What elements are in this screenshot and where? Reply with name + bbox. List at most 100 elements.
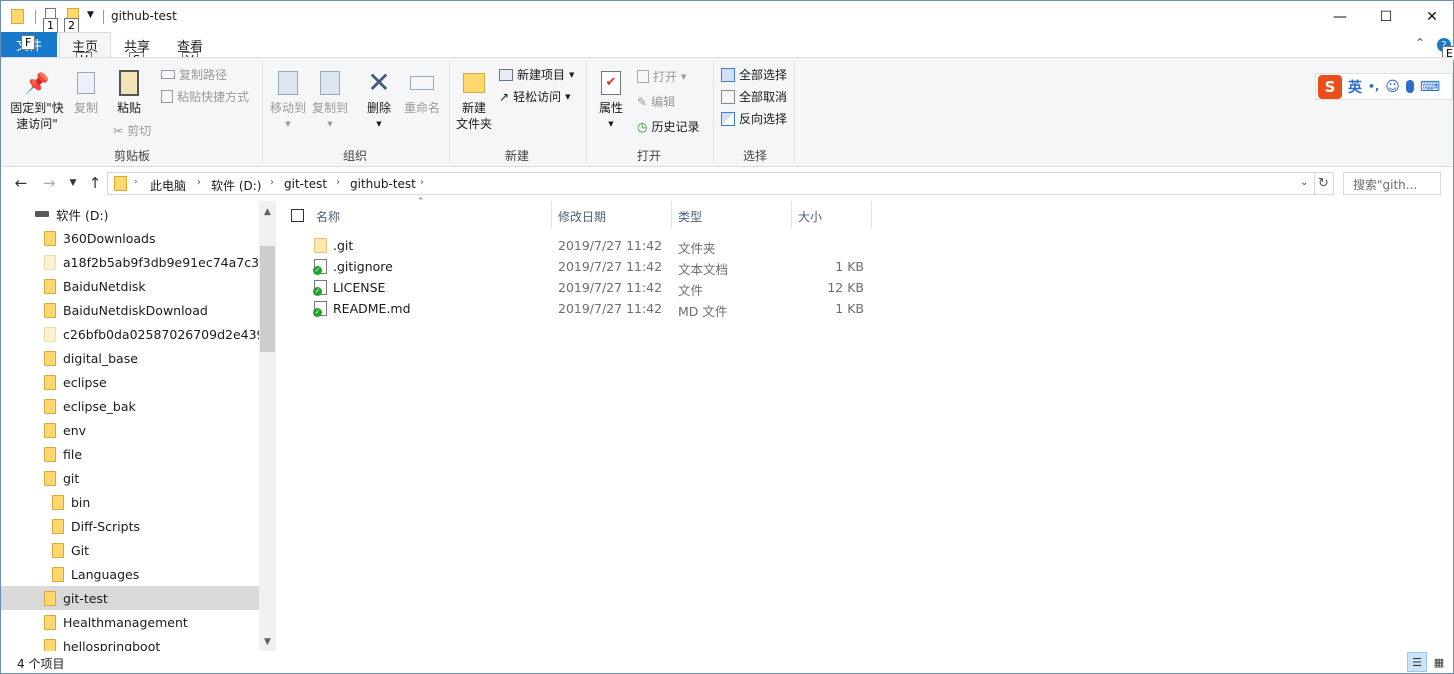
history-button[interactable]: ◷ 历史记录 xyxy=(637,118,700,135)
breadcrumb-drive[interactable]: 软件 (D:) xyxy=(211,177,261,194)
open-label: 打开 xyxy=(653,70,678,84)
file-size: 1 KB xyxy=(835,259,864,274)
pin-quick-access-button[interactable]: 📌 固定到"快速访问" xyxy=(5,66,69,132)
scroll-up-arrow-icon[interactable]: ▲ xyxy=(259,203,276,220)
copy-to-button[interactable]: 复制到 ▼ xyxy=(309,66,351,132)
divider[interactable] xyxy=(551,201,552,229)
chevron-right-icon[interactable]: › xyxy=(134,177,138,187)
column-header-name[interactable]: 名称 xyxy=(316,208,340,225)
new-folder-big-icon xyxy=(453,66,495,100)
select-all-button[interactable]: 全部选择 xyxy=(721,66,787,83)
tree-item-digital-base[interactable]: digital_base xyxy=(1,346,259,370)
ime-punctuation-toggle[interactable]: •, xyxy=(1368,80,1379,93)
chevron-down-icon: ▼ xyxy=(569,70,575,79)
invert-selection-icon xyxy=(721,111,735,126)
quick-access-dropdown-icon[interactable]: ▼ xyxy=(87,10,94,20)
ime-language-toggle[interactable]: 英 xyxy=(1348,77,1362,97)
tree-item-a18f2b[interactable]: a18f2b5ab9f3db9e91ec74a7c35eb xyxy=(1,250,259,274)
chevron-right-icon[interactable]: › xyxy=(420,177,424,188)
text-document-icon: ✓ xyxy=(313,259,327,275)
tree-item-file[interactable]: file xyxy=(1,442,259,466)
invert-selection-button[interactable]: 反向选择 xyxy=(721,110,787,127)
chevron-right-icon[interactable]: › xyxy=(197,177,201,188)
file-row[interactable]: .git 2019/7/27 11:42 文件夹 xyxy=(307,235,872,256)
breadcrumb-github-test[interactable]: github-test xyxy=(350,177,416,191)
scroll-down-arrow-icon[interactable]: ▼ xyxy=(259,633,276,650)
large-icons-view-button[interactable]: ▦ xyxy=(1429,652,1449,672)
divider[interactable] xyxy=(671,201,672,229)
details-view-button[interactable]: ☰ xyxy=(1407,652,1427,672)
easy-access-button[interactable]: ↗ 轻松访问 ▼ xyxy=(499,88,570,105)
collapse-ribbon-button[interactable]: ⌃ xyxy=(1415,36,1425,50)
select-all-checkbox[interactable] xyxy=(291,209,304,222)
tree-item-eclipse-bak[interactable]: eclipse_bak xyxy=(1,394,259,418)
search-input[interactable]: 搜索"gith... xyxy=(1343,172,1441,195)
close-button[interactable]: ✕ xyxy=(1409,1,1454,32)
navigation-bar: ← → ▼ ↑ › 此电脑 › 软件 (D:) › git-test › git… xyxy=(1,168,1453,200)
keyboard-icon[interactable]: ⌨ xyxy=(1420,79,1440,95)
tree-item-label: git xyxy=(63,470,80,486)
address-bar[interactable]: › 此电脑 › 软件 (D:) › git-test › github-test… xyxy=(107,172,1315,195)
paste-button[interactable]: 粘贴 xyxy=(109,66,149,116)
microphone-icon[interactable] xyxy=(1405,80,1414,93)
emoji-icon[interactable]: ☺ xyxy=(1385,79,1400,95)
paste-shortcut-button[interactable]: 粘贴快捷方式 xyxy=(161,88,249,105)
copy-to-label: 复制到 xyxy=(311,101,348,115)
tree-item-c26bfb[interactable]: c26bfb0da02587026709d2e439ae xyxy=(1,322,259,346)
tree-item-diff-scripts[interactable]: Diff-Scripts xyxy=(1,514,259,538)
recent-locations-chevron-icon[interactable]: ▼ xyxy=(63,178,83,188)
tree-item-bin[interactable]: bin xyxy=(1,490,259,514)
file-name: README.md xyxy=(333,301,411,316)
delete-button[interactable]: ✕ 删除 ▼ xyxy=(359,66,399,132)
back-arrow-icon[interactable]: ← xyxy=(11,174,31,192)
column-header-type[interactable]: 类型 xyxy=(678,208,702,225)
tree-item-git[interactable]: git xyxy=(1,466,259,490)
move-to-button[interactable]: 移动到 ▼ xyxy=(267,66,309,132)
column-header-date[interactable]: 修改日期 xyxy=(558,208,606,225)
new-item-button[interactable]: 新建项目 ▼ xyxy=(499,66,574,83)
copy-path-button[interactable]: 复制路径 xyxy=(161,66,227,83)
copy-button[interactable]: 复制 xyxy=(69,66,103,116)
open-button[interactable]: 打开 ▼ xyxy=(637,68,686,85)
search-placeholder: 搜索"gith... xyxy=(1353,178,1418,192)
tree-item-hellospringboot[interactable]: hellospringboot xyxy=(1,634,259,651)
tree-item-360downloads[interactable]: 360Downloads xyxy=(1,226,259,250)
chevron-right-icon[interactable]: › xyxy=(270,177,274,188)
tree-item-healthmanagement[interactable]: Healthmanagement xyxy=(1,610,259,634)
tree-item-languages[interactable]: Languages xyxy=(1,562,259,586)
tree-item-eclipse[interactable]: eclipse xyxy=(1,370,259,394)
file-row[interactable]: ✓ .gitignore 2019/7/27 11:42 文本文档 1 KB xyxy=(307,256,872,277)
maximize-button[interactable]: ☐ xyxy=(1363,1,1409,32)
forward-arrow-icon[interactable]: → xyxy=(39,174,59,192)
ime-logo[interactable]: S xyxy=(1318,74,1342,99)
tree-item-baidunetdisk[interactable]: BaiduNetdisk xyxy=(1,274,259,298)
breadcrumb-git-test[interactable]: git-test xyxy=(284,177,327,191)
item-count: 4 个项目 xyxy=(17,657,65,671)
column-header-size[interactable]: 大小 xyxy=(798,208,822,225)
tree-item-git-test[interactable]: git-test xyxy=(1,586,259,610)
divider[interactable] xyxy=(791,201,792,229)
tree-item-drive[interactable]: 软件 (D:) xyxy=(1,202,259,226)
edit-button[interactable]: ✎ 编辑 xyxy=(637,93,675,110)
tree-item-env[interactable]: env xyxy=(1,418,259,442)
divider[interactable] xyxy=(871,201,872,229)
scrollbar-thumb[interactable] xyxy=(260,246,275,352)
rename-label: 重命名 xyxy=(403,101,440,115)
tree-item-git-sub[interactable]: Git xyxy=(1,538,259,562)
properties-button[interactable]: ✔ 属性 ▼ xyxy=(591,66,631,132)
rename-button[interactable]: 重命名 xyxy=(401,66,443,116)
address-dropdown-icon[interactable]: ⌄ xyxy=(1300,177,1308,188)
select-none-button[interactable]: 全部取消 xyxy=(721,88,787,105)
minimize-button[interactable]: — xyxy=(1317,1,1363,32)
cut-button[interactable]: ✂ 剪切 xyxy=(113,122,151,139)
new-folder-button[interactable]: 新建 文件夹 xyxy=(453,66,495,132)
file-row[interactable]: ✓ README.md 2019/7/27 11:42 MD 文件 1 KB xyxy=(307,298,872,319)
chevron-right-icon[interactable]: › xyxy=(336,177,340,188)
breadcrumb-this-pc[interactable]: 此电脑 xyxy=(150,177,186,194)
tree-item-baidunetdiskdownload[interactable]: BaiduNetdiskDownload xyxy=(1,298,259,322)
refresh-button[interactable]: ↻ xyxy=(1314,172,1334,195)
rename-icon xyxy=(401,66,443,100)
tree-item-label: Languages xyxy=(71,566,140,582)
up-arrow-icon[interactable]: ↑ xyxy=(85,174,105,192)
file-row[interactable]: ✓ LICENSE 2019/7/27 11:42 文件 12 KB xyxy=(307,277,872,298)
